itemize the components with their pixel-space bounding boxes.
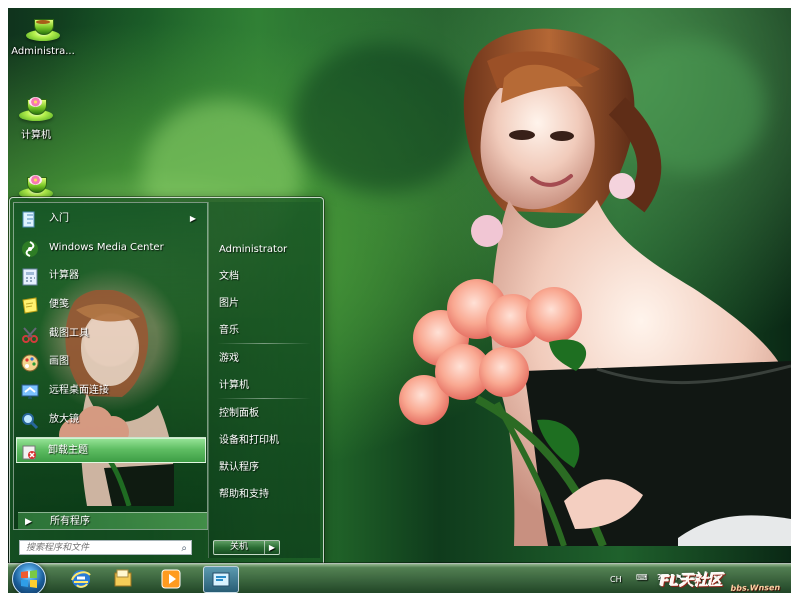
start-search-input[interactable] [20,541,176,554]
right-link-default-programs[interactable]: 默认程序 [219,460,259,476]
start-item-label: 卸载主题 [48,445,88,456]
flower-teacup-icon [19,97,53,121]
active-window-icon [212,572,230,586]
all-programs-label: 所有程序 [50,516,90,527]
right-link-pictures[interactable]: 图片 [219,296,239,312]
desktop-icon-computer[interactable]: 计算机 [8,97,69,141]
right-link-help-support[interactable]: 帮助和支持 [219,487,269,503]
taskbar-file-explorer-button[interactable] [107,566,138,591]
right-link-computer[interactable]: 计算机 [219,378,249,394]
right-link-music[interactable]: 音乐 [219,323,239,339]
file-explorer-icon [114,569,131,586]
start-item-snipping-tool[interactable]: 截图工具 [18,321,202,347]
uninstall-theme-icon [22,445,36,460]
shutdown-label: 关机 [229,542,248,552]
start-item-label: 截图工具 [49,328,89,339]
start-item-label: 入门 [49,213,69,224]
paint-icon [21,354,39,372]
calculator-icon [22,268,38,286]
desktop-icon-label: 计算机 [21,130,51,141]
start-item-getting-started[interactable]: 入门 ▶ [18,206,202,232]
start-menu-right-pane: Administrator 文档 图片 音乐 游戏 计算机 控制面板 设备和打印… [208,202,320,558]
taskbar-active-window-button[interactable] [203,566,239,593]
start-item-label: 远程桌面连接 [49,385,109,396]
getting-started-icon [22,211,35,228]
taskbar: CH ⌨ ? ⚑ ▦ ◖ FL天社区 bbs.Wnsen [8,562,791,593]
start-item-paint[interactable]: 画图 [18,349,202,375]
right-pane-separator [217,398,311,399]
fl-community-watermark: FL天社区 bbs.Wnsen [660,568,786,593]
desktop-icon-administrator[interactable]: Administra... [10,17,76,57]
start-item-label: Windows Media Center [49,242,164,253]
magnifier-icon [22,413,39,430]
start-item-label: 便笺 [49,299,69,310]
taskbar-media-player-button[interactable] [155,566,186,591]
start-item-magnifier[interactable]: 放大镜 [18,407,202,433]
desktop-icon-label: Administra... [11,46,75,57]
right-link-administrator[interactable]: Administrator [219,242,287,258]
remote-desktop-icon [21,384,39,399]
snipping-tool-icon [22,327,38,343]
all-programs-arrow-icon: ▶ [25,517,32,527]
shutdown-button[interactable]: 关机 ▶ [213,540,280,555]
shutdown-options-arrow-icon[interactable]: ▶ [264,541,279,554]
green-teacup-icon [26,17,60,41]
watermark-site: bbs.Wnsen [730,583,781,593]
keyboard-icon[interactable]: ⌨ [636,573,648,582]
start-item-remote-desktop[interactable]: 远程桌面连接 [18,378,202,404]
internet-explorer-icon [70,569,91,588]
pink-flower-teacup-icon [19,175,53,199]
right-link-devices-printers[interactable]: 设备和打印机 [219,433,279,449]
start-menu: 入门 ▶ Windows Media Center 计算器 便笺 截图工具 画图… [9,197,324,565]
media-player-icon [161,569,180,588]
start-item-label: 放大镜 [49,414,79,425]
start-item-label: 画图 [49,356,69,367]
right-pane-separator [217,343,311,344]
system-tray: CH ⌨ ? ⚑ ▦ ◖ FL天社区 bbs.Wnsen [603,564,791,593]
woman-with-roses-photo [399,28,791,546]
watermark-main: FL天社区 [659,571,723,591]
start-orb-icon [21,570,37,588]
sticky-notes-icon [22,297,38,314]
start-item-media-center[interactable]: Windows Media Center [18,235,202,261]
search-icon[interactable]: ⌕ [181,541,187,556]
start-item-calculator[interactable]: 计算器 [18,263,202,289]
desktop: Administra... 计算机 入门 ▶ Windows Media Cen… [8,8,791,593]
start-item-label: 计算器 [49,270,79,281]
right-link-documents[interactable]: 文档 [219,269,239,285]
right-link-control-panel[interactable]: 控制面板 [219,406,259,422]
taskbar-internet-explorer-button[interactable] [65,566,96,591]
start-menu-programs-pane: 入门 ▶ Windows Media Center 计算器 便笺 截图工具 画图… [13,202,208,530]
language-indicator[interactable]: CH [610,575,622,584]
start-item-sticky-notes[interactable]: 便笺 [18,292,202,318]
start-search-box[interactable]: ⌕ [19,540,192,555]
media-center-icon [22,241,38,257]
submenu-arrow-icon: ▶ [189,214,196,223]
right-link-games[interactable]: 游戏 [219,351,239,367]
all-programs-button[interactable]: ▶ 所有程序 [18,512,207,529]
start-item-uninstall-theme[interactable]: 卸载主题 [16,437,206,463]
start-orb-button[interactable] [12,562,46,593]
